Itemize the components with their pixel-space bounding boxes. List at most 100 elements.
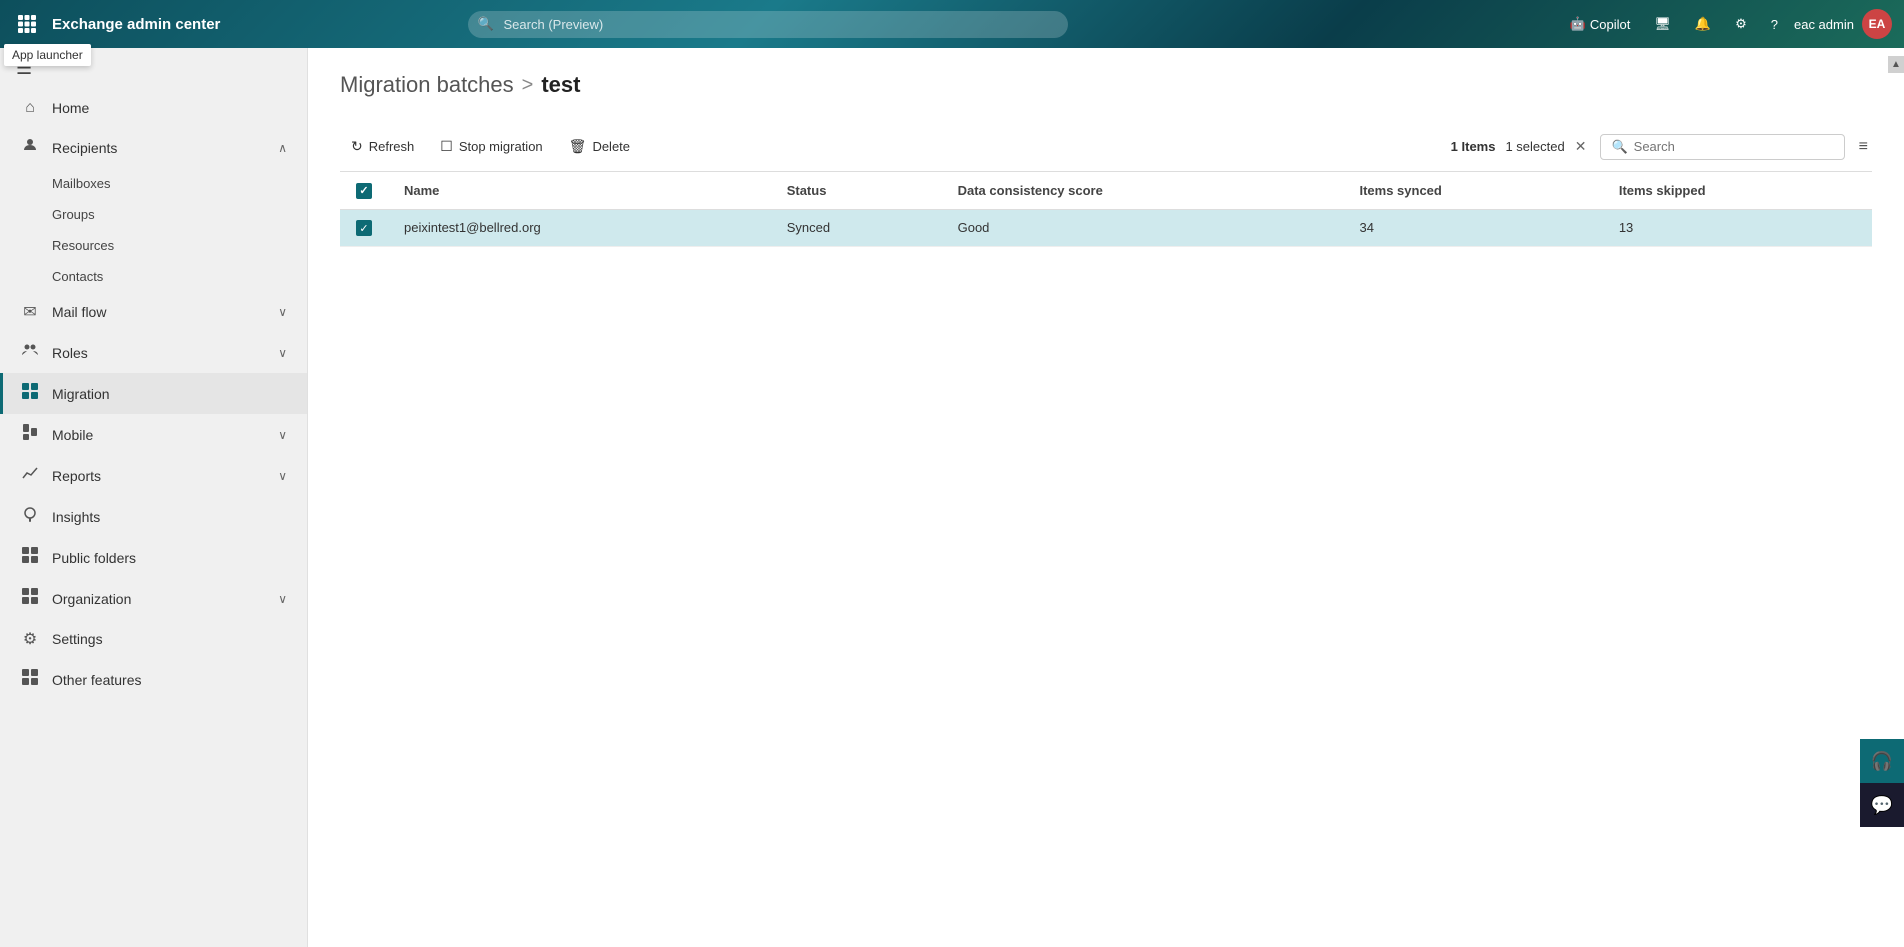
otherfeatures-icon	[20, 669, 40, 690]
chat-icon: 💬	[1871, 795, 1893, 816]
data-table: ✓ Name Status Data consistency score Ite…	[340, 172, 1872, 247]
row-name: peixintest1@bellred.org	[388, 209, 771, 247]
layout: ☰ ⌂ Home Recipients ∧ Mailboxes Groups R…	[0, 48, 1904, 947]
chevron-down-icon: ∨	[278, 305, 287, 319]
sidebar-item-otherfeatures[interactable]: Other features	[0, 659, 307, 700]
sidebar-item-label: Public folders	[52, 550, 287, 566]
screen-icon: 🖥	[1654, 16, 1671, 32]
settings-icon: ⚙	[20, 629, 40, 649]
row-status: Synced	[771, 209, 942, 247]
sidebar-item-label: Migration	[52, 386, 287, 402]
stop-migration-button[interactable]: ☐ Stop migration	[429, 132, 553, 161]
app-launcher-tooltip: App launcher	[4, 44, 91, 66]
sidebar-item-mobile[interactable]: Mobile ∨	[0, 414, 307, 455]
gear-icon: ⚙	[1735, 16, 1747, 32]
col-name: Name	[388, 172, 771, 209]
delete-icon: 🗑	[569, 138, 587, 155]
publicfolders-icon	[20, 547, 40, 568]
chevron-down-icon: ∨	[278, 346, 287, 360]
sidebar-item-label: Mobile	[52, 427, 266, 443]
breadcrumb-current: test	[541, 72, 580, 98]
sidebar-item-contacts[interactable]: Contacts	[0, 261, 307, 292]
support-button[interactable]: 🎧	[1860, 739, 1904, 783]
sidebar-item-label: Organization	[52, 591, 266, 607]
avatar[interactable]: EA	[1862, 9, 1892, 39]
sidebar: ☰ ⌂ Home Recipients ∧ Mailboxes Groups R…	[0, 48, 308, 947]
row-checkbox-cell: ✓	[340, 209, 388, 247]
sidebar-item-home[interactable]: ⌂ Home	[0, 89, 307, 127]
header-checkbox-col: ✓	[340, 172, 388, 209]
row-items-skipped: 13	[1603, 209, 1872, 247]
sidebar-item-recipients[interactable]: Recipients ∧	[0, 127, 307, 168]
delete-label: Delete	[592, 139, 630, 154]
chevron-down-icon: ∨	[278, 469, 287, 483]
search-input[interactable]	[1634, 139, 1834, 154]
copilot-icon: 🤖	[1570, 16, 1586, 32]
reports-icon	[20, 465, 40, 486]
sidebar-item-label: Settings	[52, 631, 287, 647]
filter-button[interactable]: ≡	[1855, 134, 1872, 160]
mailflow-icon: ✉	[20, 302, 40, 322]
refresh-button[interactable]: ↻ Refresh	[340, 132, 425, 161]
sidebar-item-mailflow[interactable]: ✉ Mail flow ∨	[0, 292, 307, 332]
sidebar-item-label: Recipients	[52, 140, 266, 156]
main-content: Migration batches > test ↻ Refresh ☐ Sto…	[308, 48, 1904, 947]
col-consistency: Data consistency score	[942, 172, 1344, 209]
selected-count: 1 selected	[1505, 139, 1564, 154]
scroll-up-arrow[interactable]: ▲	[1888, 56, 1904, 73]
toolbar-right: 1 Items 1 selected ✕ 🔍 ≡	[1451, 134, 1872, 160]
topbar-search-input[interactable]	[468, 11, 1068, 38]
topbar: App launcher Exchange admin center 🔍 🤖 C…	[0, 0, 1904, 48]
sidebar-item-resources[interactable]: Resources	[0, 230, 307, 261]
refresh-label: Refresh	[369, 139, 415, 154]
table-header-row: ✓ Name Status Data consistency score Ite…	[340, 172, 1872, 209]
toolbar: ↻ Refresh ☐ Stop migration 🗑 Delete 1 It…	[340, 122, 1872, 172]
topbar-search-icon: 🔍	[478, 16, 494, 32]
notifications-button[interactable]: 🔔	[1687, 10, 1719, 38]
col-status: Status	[771, 172, 942, 209]
insights-icon	[20, 506, 40, 527]
sidebar-item-migration[interactable]: Migration	[0, 373, 307, 414]
sidebar-item-label: Roles	[52, 345, 266, 361]
delete-button[interactable]: 🗑 Delete	[558, 132, 641, 161]
clear-selection-button[interactable]: ✕	[1571, 136, 1591, 157]
sidebar-item-groups[interactable]: Groups	[0, 199, 307, 230]
help-icon: ?	[1771, 17, 1778, 32]
app-title: Exchange admin center	[52, 16, 220, 33]
screen-button[interactable]: 🖥	[1646, 10, 1679, 38]
table-row[interactable]: ✓ peixintest1@bellred.org Synced Good 34…	[340, 209, 1872, 247]
sidebar-item-insights[interactable]: Insights	[0, 496, 307, 537]
settings-button[interactable]: ⚙	[1727, 10, 1755, 38]
help-button[interactable]: ?	[1763, 11, 1786, 38]
sidebar-item-mailboxes[interactable]: Mailboxes	[0, 168, 307, 199]
select-all-checkbox[interactable]: ✓	[356, 183, 372, 199]
sidebar-item-label: Insights	[52, 509, 287, 525]
refresh-icon: ↻	[351, 138, 363, 155]
stop-icon: ☐	[440, 138, 453, 155]
row-consistency: Good	[942, 209, 1344, 247]
row-checkbox[interactable]: ✓	[356, 220, 372, 236]
sidebar-item-organization[interactable]: Organization ∨	[0, 578, 307, 619]
headset-icon: 🎧	[1871, 751, 1893, 772]
copilot-button[interactable]: 🤖 Copilot	[1562, 10, 1639, 38]
chevron-up-icon: ∧	[278, 141, 287, 155]
items-count: 1 Items	[1451, 139, 1496, 154]
chevron-down-icon: ∨	[278, 428, 287, 442]
chevron-down-icon: ∨	[278, 592, 287, 606]
copilot-label: Copilot	[1590, 17, 1630, 32]
organization-icon	[20, 588, 40, 609]
user-name: eac admin	[1794, 17, 1854, 32]
col-items-skipped: Items skipped	[1603, 172, 1872, 209]
sidebar-item-publicfolders[interactable]: Public folders	[0, 537, 307, 578]
topbar-search-area: 🔍	[468, 11, 1068, 38]
app-launcher-button[interactable]	[12, 9, 42, 39]
sidebar-item-settings[interactable]: ⚙ Settings	[0, 619, 307, 659]
migration-icon	[20, 383, 40, 404]
sidebar-item-reports[interactable]: Reports ∨	[0, 455, 307, 496]
breadcrumb-parent[interactable]: Migration batches	[340, 72, 514, 98]
chat-button[interactable]: 💬	[1860, 783, 1904, 827]
sidebar-item-roles[interactable]: Roles ∨	[0, 332, 307, 373]
bell-icon: 🔔	[1695, 16, 1711, 32]
home-icon: ⌂	[20, 99, 40, 117]
selected-badge: 1 selected ✕	[1505, 136, 1590, 157]
